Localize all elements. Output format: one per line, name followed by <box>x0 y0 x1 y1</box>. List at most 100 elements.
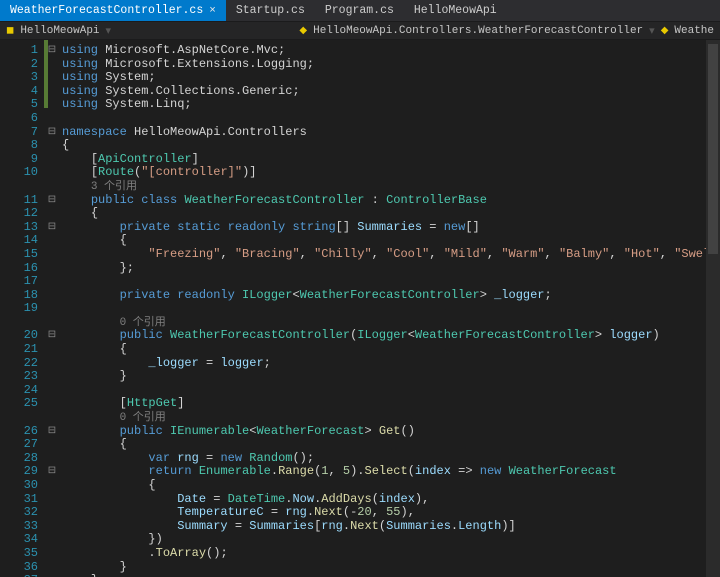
line-number: 22 <box>0 357 38 371</box>
line-number: 30 <box>0 479 38 493</box>
fold-placeholder <box>44 180 60 194</box>
code-line[interactable] <box>62 275 720 289</box>
fold-placeholder <box>44 262 60 276</box>
fold-placeholder <box>44 316 60 330</box>
line-number: 32 <box>0 506 38 520</box>
code-line[interactable]: public WeatherForecastController(ILogger… <box>62 329 720 343</box>
fold-placeholder <box>44 302 60 316</box>
code-line[interactable]: { <box>62 234 720 248</box>
code-line[interactable]: namespace HelloMeowApi.Controllers <box>62 126 720 140</box>
fold-collapse-icon[interactable]: ⊟ <box>44 425 60 439</box>
line-number: 2 <box>0 58 38 72</box>
code-line[interactable]: private readonly ILogger<WeatherForecast… <box>62 289 720 303</box>
line-number: 6 <box>0 112 38 126</box>
code-line[interactable]: using System.Collections.Generic; <box>62 85 720 99</box>
fold-placeholder <box>44 533 60 547</box>
fold-collapse-icon[interactable]: ⊟ <box>44 465 60 479</box>
fold-placeholder <box>44 547 60 561</box>
tab-label: HelloMeowApi <box>414 4 497 17</box>
code-line[interactable]: [Route("[controller]")] <box>62 166 720 180</box>
fold-placeholder <box>44 561 60 575</box>
breadcrumb-right[interactable]: HelloMeowApi.Controllers.WeatherForecast… <box>313 25 643 37</box>
code-line[interactable] <box>62 384 720 398</box>
line-number: 26 <box>0 425 38 439</box>
fold-collapse-icon[interactable]: ⊟ <box>44 329 60 343</box>
code-line[interactable]: using System; <box>62 71 720 85</box>
line-number: 9 <box>0 153 38 167</box>
fold-placeholder <box>44 139 60 153</box>
code-line[interactable]: "Freezing", "Bracing", "Chilly", "Cool",… <box>62 248 720 262</box>
fold-collapse-icon[interactable]: ⊟ <box>44 194 60 208</box>
fold-placeholder <box>44 506 60 520</box>
code-content[interactable]: using Microsoft.AspNetCore.Mvc;using Mic… <box>60 44 720 577</box>
line-number: 3 <box>0 71 38 85</box>
code-line[interactable]: }) <box>62 533 720 547</box>
fold-glyph-margin: ⊟⊟⊟⊟⊟⊟⊟ <box>44 40 60 577</box>
line-number: 4 <box>0 85 38 99</box>
breadcrumb: ◼ HelloMeowApi ▾ ◆ HelloMeowApi.Controll… <box>0 22 720 40</box>
fold-placeholder <box>44 479 60 493</box>
code-line[interactable]: { <box>62 207 720 221</box>
fold-placeholder <box>44 452 60 466</box>
code-line[interactable]: .ToArray(); <box>62 547 720 561</box>
class-icon: ◆ <box>299 25 307 37</box>
code-line[interactable]: { <box>62 479 720 493</box>
tab-program-cs[interactable]: Program.cs <box>315 0 404 21</box>
fold-placeholder <box>44 248 60 262</box>
code-line[interactable]: [HttpGet] <box>62 397 720 411</box>
fold-collapse-icon[interactable]: ⊟ <box>44 221 60 235</box>
code-line[interactable]: _logger = logger; <box>62 357 720 371</box>
code-line[interactable]: return Enumerable.Range(1, 5).Select(ind… <box>62 465 720 479</box>
breadcrumb-left[interactable]: HelloMeowApi <box>20 25 99 37</box>
code-line[interactable]: { <box>62 343 720 357</box>
fold-placeholder <box>44 275 60 289</box>
tab-label: WeatherForecastController.cs <box>10 4 203 17</box>
fold-placeholder <box>44 370 60 384</box>
code-line[interactable]: Date = DateTime.Now.AddDays(index), <box>62 493 720 507</box>
code-line[interactable]: { <box>62 438 720 452</box>
code-editor[interactable]: 1234567891011121314151617181920212223242… <box>0 40 720 577</box>
code-line[interactable]: private static readonly string[] Summari… <box>62 221 720 235</box>
code-line[interactable]: } <box>62 561 720 575</box>
code-line[interactable]: using Microsoft.Extensions.Logging; <box>62 58 720 72</box>
code-line[interactable]: var rng = new Random(); <box>62 452 720 466</box>
line-number: 24 <box>0 384 38 398</box>
tab-bar: WeatherForecastController.cs × Startup.csP… <box>0 0 720 22</box>
code-line[interactable] <box>62 112 720 126</box>
line-number: 11 <box>0 194 38 208</box>
line-number: 5 <box>0 98 38 112</box>
codelens-hint[interactable]: 3 个引用 <box>62 180 720 194</box>
fold-collapse-icon[interactable]: ⊟ <box>44 126 60 140</box>
fold-placeholder <box>44 112 60 126</box>
code-scroll-area[interactable]: using Microsoft.AspNetCore.Mvc;using Mic… <box>60 40 720 577</box>
tab-hellomeowapi[interactable]: HelloMeowApi <box>404 0 507 21</box>
code-line[interactable]: public class WeatherForecastController :… <box>62 194 720 208</box>
line-number: 21 <box>0 343 38 357</box>
close-icon[interactable]: × <box>209 5 216 17</box>
code-line[interactable]: } <box>62 370 720 384</box>
code-line[interactable]: { <box>62 139 720 153</box>
fold-placeholder <box>44 493 60 507</box>
code-line[interactable]: Summary = Summaries[rng.Next(Summaries.L… <box>62 520 720 534</box>
breadcrumb-sep-icon: ▾ <box>649 24 655 38</box>
breadcrumb-far-right[interactable]: Weathe <box>674 25 714 37</box>
code-line[interactable]: using System.Linq; <box>62 98 720 112</box>
code-line[interactable]: public IEnumerable<WeatherForecast> Get(… <box>62 425 720 439</box>
tab-weatherforecastcontroller-cs[interactable]: WeatherForecastController.cs × <box>0 0 226 21</box>
code-line[interactable]: }; <box>62 262 720 276</box>
vertical-scroll-thumb[interactable] <box>708 44 718 254</box>
code-line[interactable]: using Microsoft.AspNetCore.Mvc; <box>62 44 720 58</box>
line-number: 33 <box>0 520 38 534</box>
code-line[interactable] <box>62 302 720 316</box>
line-number: 13 <box>0 221 38 235</box>
codelens-hint[interactable]: 0 个引用 <box>62 316 720 330</box>
line-number <box>0 411 38 425</box>
codelens-hint[interactable]: 0 个引用 <box>62 411 720 425</box>
line-number: 19 <box>0 302 38 316</box>
fold-placeholder <box>44 234 60 248</box>
fold-placeholder <box>44 289 60 303</box>
tab-startup-cs[interactable]: Startup.cs <box>226 0 315 21</box>
code-line[interactable]: TemperatureC = rng.Next(-20, 55), <box>62 506 720 520</box>
breadcrumb-sep-icon: ▾ <box>106 24 112 38</box>
code-line[interactable]: [ApiController] <box>62 153 720 167</box>
